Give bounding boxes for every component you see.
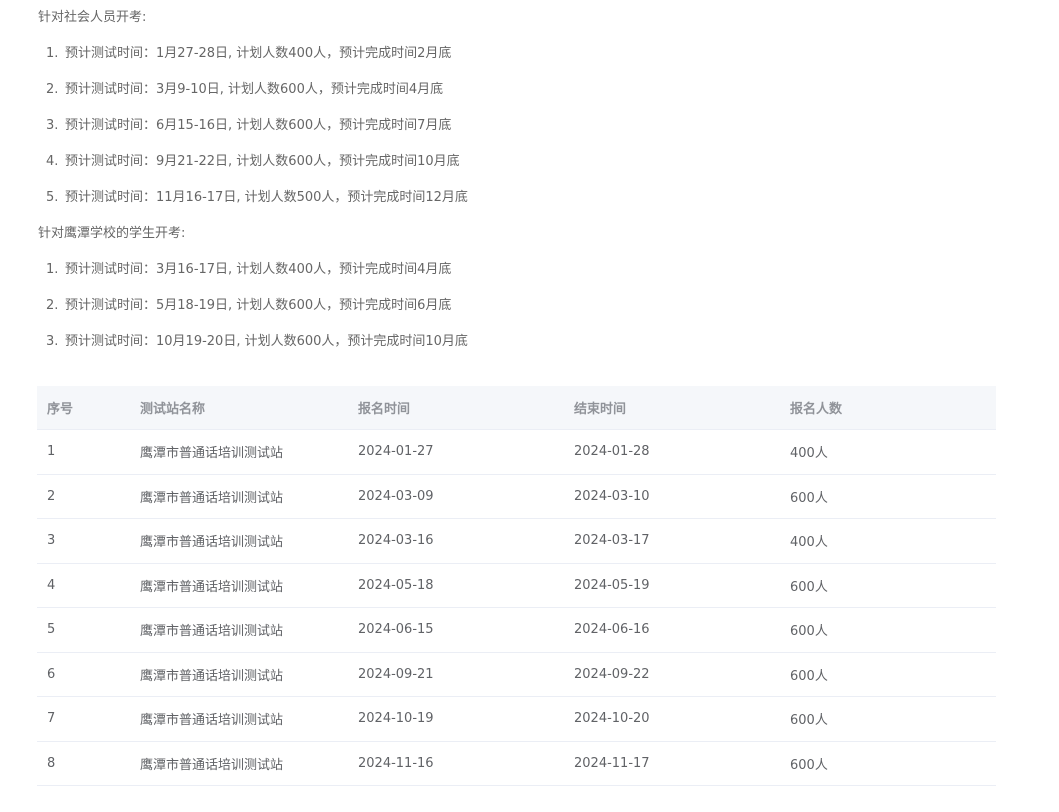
table-row: 5 鹰潭市普通话培训测试站 2024-06-15 2024-06-16 600人 <box>37 607 996 653</box>
student-schedule-item: 1. 预计测试时间：3月16-17日, 计划人数400人，预计完成时间4月底 <box>38 252 998 288</box>
item-number: 4. <box>46 154 59 169</box>
cell-signup-count: 400人 <box>780 518 996 564</box>
column-header-end-time: 结束时间 <box>564 386 780 430</box>
cell-end-time: 2024-03-17 <box>564 518 780 564</box>
item-number: 1. <box>46 46 59 61</box>
cell-end-time: 2024-03-10 <box>564 474 780 519</box>
cell-end-time: 2024-06-16 <box>564 607 780 653</box>
column-header-signup-time: 报名时间 <box>348 386 564 430</box>
social-schedule-item: 4. 预计测试时间：9月21-22日, 计划人数600人，预计完成时间10月底 <box>38 144 998 180</box>
cell-signup-time: 2024-11-16 <box>348 741 564 786</box>
item-text: 预计测试时间：9月21-22日, 计划人数600人，预计完成时间10月底 <box>65 154 460 169</box>
student-schedule-item: 2. 预计测试时间：5月18-19日, 计划人数600人，预计完成时间6月底 <box>38 288 998 324</box>
table-row: 6 鹰潭市普通话培训测试站 2024-09-21 2024-09-22 600人 <box>37 652 996 697</box>
table-row: 7 鹰潭市普通话培训测试站 2024-10-19 2024-10-20 600人 <box>37 696 996 742</box>
item-text: 预计测试时间：10月19-20日, 计划人数600人，预计完成时间10月底 <box>65 334 468 349</box>
cell-signup-count: 600人 <box>780 607 996 653</box>
item-text: 预计测试时间：11月16-17日, 计划人数500人，预计完成时间12月底 <box>65 190 468 205</box>
cell-end-time: 2024-01-28 <box>564 429 780 475</box>
cell-signup-count: 600人 <box>780 741 996 786</box>
item-text: 预计测试时间：5月18-19日, 计划人数600人，预计完成时间6月底 <box>65 298 452 313</box>
cell-station: 鹰潭市普通话培训测试站 <box>130 474 348 519</box>
cell-signup-count: 600人 <box>780 563 996 608</box>
item-text: 预计测试时间：6月15-16日, 计划人数600人，预计完成时间7月底 <box>65 118 452 133</box>
cell-index: 3 <box>37 518 130 564</box>
cell-station: 鹰潭市普通话培训测试站 <box>130 652 348 697</box>
column-header-index: 序号 <box>37 386 130 430</box>
cell-index: 2 <box>37 474 130 519</box>
cell-signup-time: 2024-06-15 <box>348 607 564 653</box>
item-number: 2. <box>46 82 59 97</box>
cell-station: 鹰潭市普通话培训测试站 <box>130 563 348 608</box>
social-schedule-item: 2. 预计测试时间：3月9-10日, 计划人数600人，预计完成时间4月底 <box>38 72 998 108</box>
item-number: 3. <box>46 118 59 133</box>
social-schedule-item: 1. 预计测试时间：1月27-28日, 计划人数400人，预计完成时间2月底 <box>38 36 998 72</box>
item-number: 2. <box>46 298 59 313</box>
cell-signup-count: 600人 <box>780 474 996 519</box>
column-header-signup-count: 报名人数 <box>780 386 996 430</box>
cell-station: 鹰潭市普通话培训测试站 <box>130 696 348 742</box>
table-row: 8 鹰潭市普通话培训测试站 2024-11-16 2024-11-17 600人 <box>37 741 996 786</box>
cell-signup-time: 2024-09-21 <box>348 652 564 697</box>
cell-index: 7 <box>37 696 130 742</box>
test-station-table: 序号 测试站名称 报名时间 结束时间 报名人数 1 鹰潭市普通话培训测试站 20… <box>37 386 996 786</box>
cell-station: 鹰潭市普通话培训测试站 <box>130 518 348 564</box>
cell-index: 8 <box>37 741 130 786</box>
table-row: 1 鹰潭市普通话培训测试站 2024-01-27 2024-01-28 400人 <box>37 429 996 475</box>
cell-end-time: 2024-11-17 <box>564 741 780 786</box>
social-section-heading: 针对社会人员开考: <box>38 10 147 25</box>
cell-index: 6 <box>37 652 130 697</box>
student-section-heading: 针对鹰潭学校的学生开考: <box>38 226 186 241</box>
cell-signup-time: 2024-10-19 <box>348 696 564 742</box>
cell-signup-count: 600人 <box>780 696 996 742</box>
cell-station: 鹰潭市普通话培训测试站 <box>130 607 348 653</box>
social-schedule-item: 3. 预计测试时间：6月15-16日, 计划人数600人，预计完成时间7月底 <box>38 108 998 144</box>
table-row: 2 鹰潭市普通话培训测试站 2024-03-09 2024-03-10 600人 <box>37 474 996 519</box>
table-header-row: 序号 测试站名称 报名时间 结束时间 报名人数 <box>37 386 996 430</box>
item-number: 5. <box>46 190 59 205</box>
cell-end-time: 2024-09-22 <box>564 652 780 697</box>
cell-signup-time: 2024-05-18 <box>348 563 564 608</box>
cell-signup-time: 2024-01-27 <box>348 429 564 475</box>
cell-end-time: 2024-05-19 <box>564 563 780 608</box>
table-row: 3 鹰潭市普通话培训测试站 2024-03-16 2024-03-17 400人 <box>37 518 996 564</box>
cell-signup-count: 400人 <box>780 429 996 475</box>
item-number: 1. <box>46 262 59 277</box>
column-header-station: 测试站名称 <box>130 386 348 430</box>
cell-signup-count: 600人 <box>780 652 996 697</box>
cell-station: 鹰潭市普通话培训测试站 <box>130 741 348 786</box>
cell-end-time: 2024-10-20 <box>564 696 780 742</box>
exam-schedule-notes: 针对社会人员开考: 1. 预计测试时间：1月27-28日, 计划人数400人，预计… <box>38 0 998 360</box>
cell-index: 4 <box>37 563 130 608</box>
table-row: 4 鹰潭市普通话培训测试站 2024-05-18 2024-05-19 600人 <box>37 563 996 608</box>
item-number: 3. <box>46 334 59 349</box>
item-text: 预计测试时间：3月16-17日, 计划人数400人，预计完成时间4月底 <box>65 262 452 277</box>
student-schedule-item: 3. 预计测试时间：10月19-20日, 计划人数600人，预计完成时间10月底 <box>38 324 998 360</box>
cell-index: 1 <box>37 429 130 475</box>
item-text: 预计测试时间：3月9-10日, 计划人数600人，预计完成时间4月底 <box>65 82 444 97</box>
cell-index: 5 <box>37 607 130 653</box>
cell-station: 鹰潭市普通话培训测试站 <box>130 429 348 475</box>
item-text: 预计测试时间：1月27-28日, 计划人数400人，预计完成时间2月底 <box>65 46 452 61</box>
cell-signup-time: 2024-03-09 <box>348 474 564 519</box>
cell-signup-time: 2024-03-16 <box>348 518 564 564</box>
social-schedule-item: 5. 预计测试时间：11月16-17日, 计划人数500人，预计完成时间12月底 <box>38 180 998 216</box>
